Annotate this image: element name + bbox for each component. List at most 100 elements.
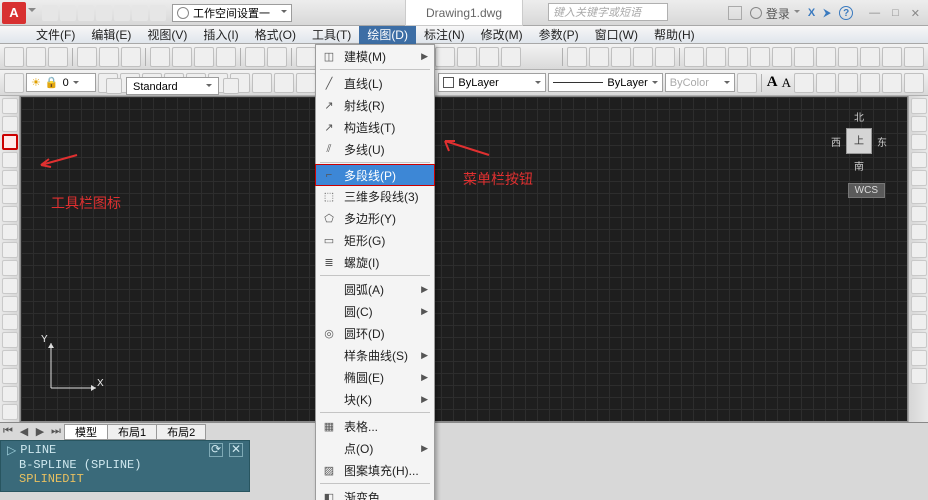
menu-arc[interactable]: 圆弧(A)▶ [316,278,434,300]
menu-modify[interactable]: 修改(M) [473,26,531,44]
textstyle-apply-icon[interactable] [223,78,239,94]
table-icon[interactable] [2,404,18,420]
tb-e6-icon[interactable] [794,47,814,67]
color-combo[interactable]: ByLayer [438,73,546,92]
menu-pline3d[interactable]: ⬚三维多段线(3) [316,185,434,207]
menu-gradient[interactable]: ◧渐变色... [316,486,434,500]
exchange-icon[interactable]: X [808,7,815,19]
mirror-icon[interactable] [911,134,927,150]
menu-pline[interactable]: ⌐多段线(P) [315,164,435,186]
search-box[interactable]: 键入关键字或短语 [548,3,668,21]
menu-block[interactable]: 块(K)▶ [316,388,434,410]
menu-insert[interactable]: 插入(I) [195,26,246,44]
tb-e9-icon[interactable] [860,47,880,67]
plotstyle-combo[interactable]: ByColor [665,73,735,92]
tb-e3-icon[interactable] [728,47,748,67]
tb-e8-icon[interactable] [838,47,858,67]
menu-model[interactable]: ◫建模(M)▶ [316,45,434,67]
tb-region-icon[interactable] [611,47,631,67]
login-button[interactable]: 登录 [750,5,800,22]
tab-prev-icon[interactable]: ◀ [16,425,32,439]
menu-format[interactable]: 格式(O) [247,26,304,44]
tb-e10-icon[interactable] [882,47,902,67]
hatch-icon[interactable] [2,350,18,366]
insert-icon[interactable] [2,296,18,312]
menu-hatch[interactable]: ▨图案填充(H)... [316,459,434,481]
ellipsearc-icon[interactable] [2,278,18,294]
mtext-icon[interactable] [794,73,814,93]
region-icon[interactable] [2,386,18,402]
tab-model[interactable]: 模型 [64,424,108,440]
tb-cut-icon[interactable] [150,47,170,67]
workspace-combo[interactable]: 工作空间设置一 [172,4,292,22]
menu-dimension[interactable]: 标注(N) [416,26,473,44]
move-icon[interactable] [911,188,927,204]
copy-icon[interactable] [911,116,927,132]
tb-e2-icon[interactable] [706,47,726,67]
polyline-icon[interactable] [2,134,18,150]
tab-last-icon[interactable]: ⏭ [48,425,64,439]
menu-tools[interactable]: 工具(T) [304,26,359,44]
textstyle-icon[interactable] [860,73,880,93]
tb-undo-icon[interactable] [245,47,265,67]
qat-new-icon[interactable] [42,5,58,21]
xline-icon[interactable] [2,116,18,132]
tb-save-icon[interactable] [48,47,68,67]
tb-list-icon[interactable] [633,47,653,67]
share-icon[interactable]: ⮞ [823,7,831,20]
scale-icon[interactable] [911,224,927,240]
tb-e11-icon[interactable] [904,47,924,67]
tb-copy-icon[interactable] [172,47,192,67]
layer-match-icon[interactable] [296,73,316,93]
tab-next-icon[interactable]: ▶ [32,425,48,439]
vc-top[interactable]: 上 [846,128,872,154]
make-block-icon[interactable] [2,314,18,330]
cmd-close-icon[interactable]: ✕ [229,443,243,457]
tb-match-icon[interactable] [216,47,236,67]
tb-tp-icon[interactable] [435,47,455,67]
tb-mark-icon[interactable] [479,47,499,67]
circle-icon[interactable] [2,206,18,222]
textstyle-combo[interactable]: Standard [126,77,219,95]
linetype-combo[interactable]: ByLayer [548,73,662,92]
layer-unlock-icon[interactable] [252,73,272,93]
tb-paste-icon[interactable] [194,47,214,67]
scale-icon[interactable] [882,73,902,93]
tb-ssm-icon[interactable] [457,47,477,67]
close-button[interactable]: ✕ [911,7,920,20]
menu-edit[interactable]: 编辑(E) [83,26,139,44]
tb-open-icon[interactable] [26,47,46,67]
array-icon[interactable] [911,170,927,186]
textstyle-mgr-icon[interactable] [106,78,122,94]
arc-icon[interactable] [2,188,18,204]
infocenter-icon[interactable] [728,6,742,20]
extend-icon[interactable] [911,278,927,294]
tb-pan-icon[interactable] [296,47,316,67]
line-icon[interactable] [2,98,18,114]
tb-e4-icon[interactable] [750,47,770,67]
menu-view[interactable]: 视图(V) [139,26,195,44]
tab-first-icon[interactable]: ⏮ [0,425,16,439]
qat-saveas-icon[interactable] [96,5,112,21]
menu-help[interactable]: 帮助(H) [646,26,703,44]
app-menu-button[interactable]: A [2,2,26,24]
command-line[interactable]: ⟳ ✕ ▷PLINE B-SPLINE (SPLINE) SPLINEDIT [0,440,250,492]
tb-e5-icon[interactable] [772,47,792,67]
cmd-recent-icon[interactable]: ⟳ [209,443,223,457]
qat-save-icon[interactable] [78,5,94,21]
menu-donut[interactable]: ◎圆环(D) [316,322,434,344]
minimize-button[interactable]: — [869,7,880,20]
tb-new-icon[interactable] [4,47,24,67]
menu-draw[interactable]: 绘图(D) [359,26,416,44]
trim-icon[interactable] [911,260,927,276]
tab-layout2[interactable]: 布局2 [156,424,206,440]
qat-redo-icon[interactable] [150,5,166,21]
menu-table[interactable]: ▦表格... [316,415,434,437]
ellipse-icon[interactable] [2,260,18,276]
tb-calc-icon[interactable] [501,47,521,67]
menu-ellipse[interactable]: 椭圆(E)▶ [316,366,434,388]
menu-file[interactable]: 文件(F) [28,26,83,44]
layer-mgr-icon[interactable] [4,73,24,93]
chamfer-icon[interactable] [911,332,927,348]
menu-spline[interactable]: 样条曲线(S)▶ [316,344,434,366]
